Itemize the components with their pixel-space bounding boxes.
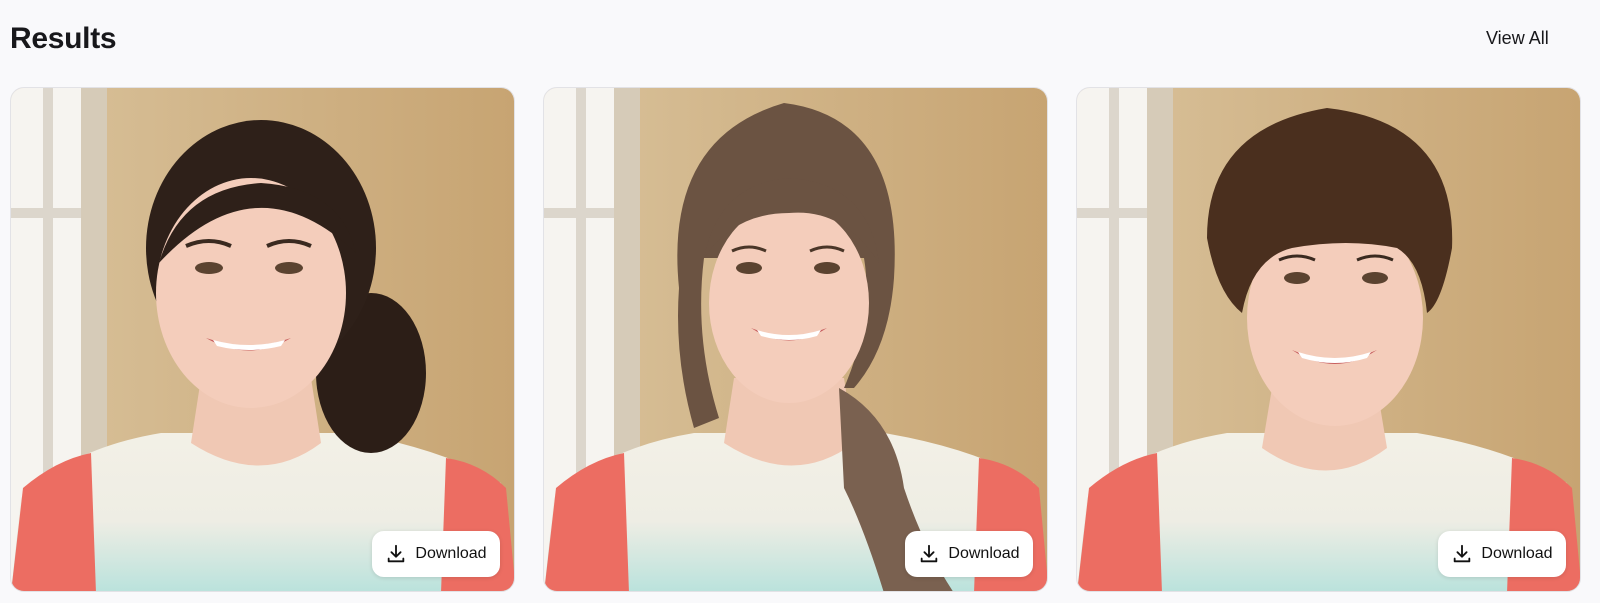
download-icon <box>388 544 405 563</box>
results-header: Results View All <box>0 0 1600 82</box>
page-title: Results <box>10 22 117 55</box>
view-all-button[interactable]: View All <box>1486 28 1549 49</box>
result-image-2 <box>544 88 1047 591</box>
download-icon <box>1454 544 1471 563</box>
download-button-1[interactable]: Download <box>372 531 500 577</box>
result-card-3[interactable]: Download <box>1076 87 1581 592</box>
download-label: Download <box>415 545 487 562</box>
download-icon <box>921 544 938 563</box>
download-label: Download <box>948 545 1020 562</box>
download-label: Download <box>1481 545 1553 562</box>
result-card-2[interactable]: Download <box>543 87 1048 592</box>
download-button-2[interactable]: Download <box>905 531 1033 577</box>
download-button-3[interactable]: Download <box>1438 531 1566 577</box>
result-image-1 <box>11 88 514 591</box>
result-image-3 <box>1077 88 1580 591</box>
result-card-1[interactable]: Download <box>10 87 515 592</box>
